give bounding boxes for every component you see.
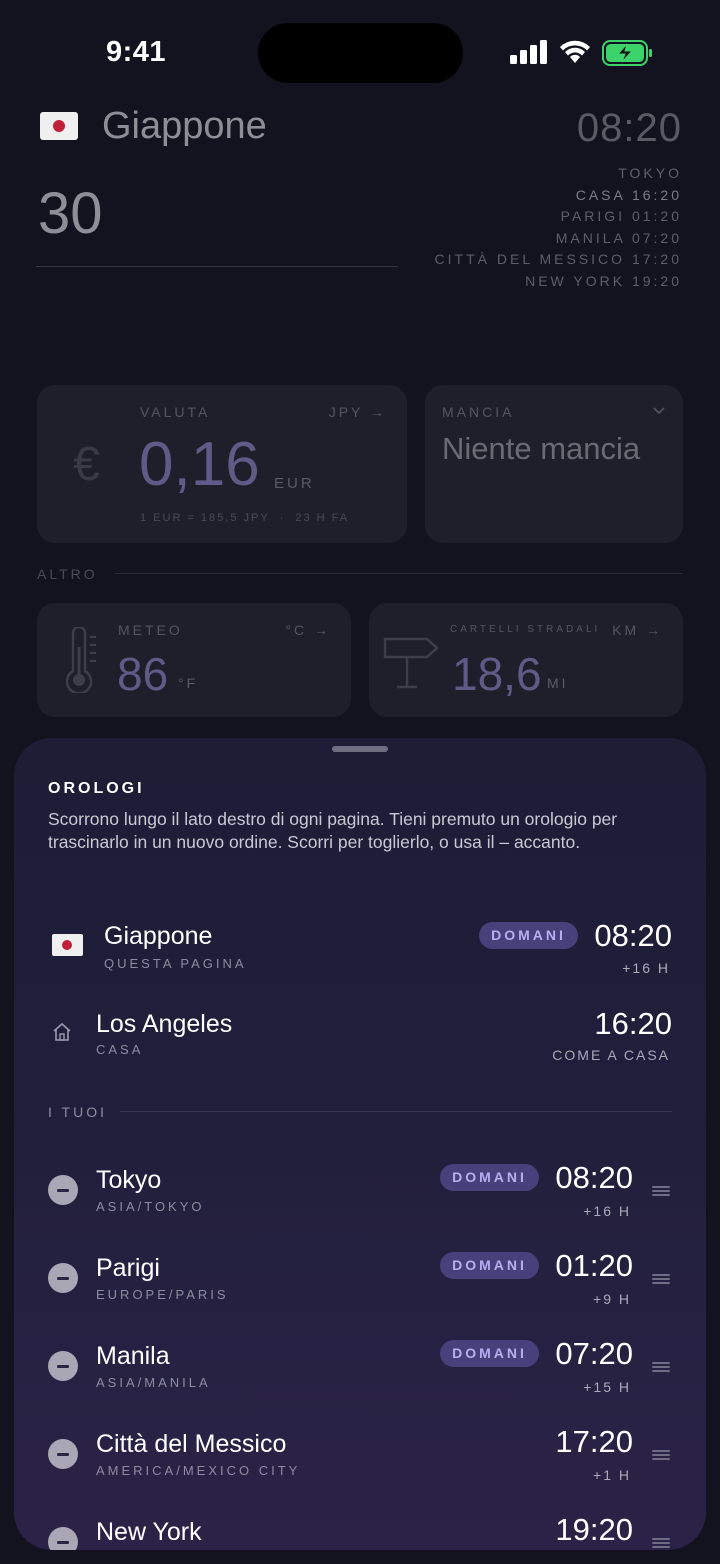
sheet-description: Scorrono lungo il lato destro di ogni pa…: [48, 809, 618, 852]
tomorrow-badge: DOMANI: [440, 1340, 539, 1367]
country-title: Giappone: [102, 105, 267, 147]
battery-charging-icon: [602, 40, 652, 66]
timezone-line: PARIGI 01:20: [560, 208, 682, 224]
temperature-unit: °F: [178, 675, 199, 691]
weather-label: METEO: [118, 622, 183, 638]
tomorrow-badge: DOMANI: [479, 922, 578, 949]
home-icon: [53, 1022, 71, 1041]
drag-handle-icon[interactable]: [652, 1274, 670, 1284]
clock-time: 07:20: [555, 1336, 633, 1371]
clock-time: 01:20: [555, 1248, 633, 1283]
drag-handle-icon[interactable]: [652, 1450, 670, 1460]
amount-display[interactable]: 30: [38, 180, 103, 247]
timezone-line: CASA 16:20: [575, 186, 682, 203]
clock-subtitle: CASA: [96, 1042, 144, 1057]
thermometer-icon: [65, 627, 96, 693]
currency-card[interactable]: € VALUTA JPY → 0,16 EUR 1 EUR = 185,5 JP…: [37, 385, 407, 543]
timezone-line: NEW YORK 19:20: [525, 272, 682, 289]
section-label-yours: I TUOI: [48, 1104, 107, 1120]
dynamic-island: [258, 23, 463, 83]
road-sign-icon: [383, 637, 439, 689]
temperature-unit-toggle[interactable]: °C →: [285, 622, 331, 638]
clock-subtitle: ASIA/TOKYO: [96, 1199, 205, 1214]
remove-clock-button[interactable]: [48, 1175, 78, 1205]
clock-title: Los Angeles: [96, 1010, 233, 1038]
euro-icon: €: [73, 438, 100, 491]
currency-value: 0,16: [139, 430, 260, 499]
clock-title: Giappone: [104, 922, 213, 950]
distance-unit: MI: [547, 675, 569, 691]
tomorrow-badge: DOMANI: [440, 1164, 539, 1191]
clock-time: 16:20: [594, 1006, 672, 1041]
clock-time: 08:20: [594, 918, 672, 953]
road-signs-label: CARTELLI STRADALI: [450, 624, 601, 635]
section-divider: [120, 1111, 672, 1112]
section-divider: [115, 573, 683, 574]
currency-code-toggle[interactable]: JPY →: [329, 404, 387, 420]
clock-subtitle: EUROPE/PARIS: [96, 1287, 229, 1302]
currency-label: VALUTA: [140, 404, 211, 420]
cellular-signal-icon: [510, 40, 547, 64]
weather-card[interactable]: METEO °C → 86 °F: [37, 603, 351, 717]
clock-title: New York: [96, 1518, 202, 1546]
section-label-altro: ALTRO: [37, 566, 98, 582]
clock-title: Parigi: [96, 1254, 160, 1282]
sheet-grabber[interactable]: [332, 746, 388, 752]
clock-row[interactable]: Tokyo ASIA/TOKYO DOMANI 08:20 +16 H: [14, 1158, 706, 1228]
chevron-down-icon: [653, 407, 665, 415]
clock-offset: +16 H: [622, 960, 670, 976]
tip-value: Niente mancia: [442, 431, 641, 466]
clock-title: Città del Messico: [96, 1430, 287, 1458]
remove-clock-button[interactable]: [48, 1439, 78, 1469]
currency-unit: EUR: [274, 475, 315, 492]
drag-handle-icon[interactable]: [652, 1538, 670, 1548]
home-clock-row[interactable]: Los Angeles CASA 16:20 COME A CASA: [14, 1006, 706, 1068]
clock-time: 17:20: [555, 1424, 633, 1459]
tomorrow-badge: DOMANI: [440, 1252, 539, 1279]
temperature-value: 86: [117, 648, 169, 700]
timezone-line: MANILA 07:20: [555, 229, 682, 246]
japan-flag-icon: [40, 112, 78, 140]
drag-handle-icon[interactable]: [652, 1362, 670, 1372]
clock-offset: +15 H: [583, 1379, 631, 1395]
timezone-line: TOKYO: [618, 165, 682, 181]
amount-underline: [36, 266, 398, 267]
clocks-sheet: OROLOGI Scorrono lungo il lato destro di…: [14, 738, 706, 1550]
clock-subtitle: ASIA/MANILA: [96, 1375, 211, 1390]
remove-clock-button[interactable]: [48, 1263, 78, 1293]
clock-title: Tokyo: [96, 1166, 162, 1194]
road-signs-card[interactable]: CARTELLI STRADALI KM → 18,6 MI: [369, 603, 683, 717]
sheet-title: OROLOGI: [48, 780, 145, 797]
clock-row[interactable]: Parigi EUROPE/PARIS DOMANI 01:20 +9 H: [14, 1246, 706, 1316]
timezone-list: TOKYO CASA 16:20 PARIGI 01:20 MANILA 07:…: [435, 163, 682, 292]
remove-clock-button[interactable]: [48, 1527, 78, 1550]
current-page-clock-row[interactable]: Giappone QUESTA PAGINA DOMANI 08:20 +16 …: [14, 914, 706, 976]
drag-handle-icon[interactable]: [652, 1186, 670, 1196]
clock-title: Manila: [96, 1342, 170, 1370]
status-bar-time: 9:41: [106, 36, 167, 68]
clock-row[interactable]: New York 19:20: [14, 1510, 706, 1550]
clock-time: 08:20: [555, 1160, 633, 1195]
distance-value: 18,6: [452, 648, 542, 700]
clock-subtitle: QUESTA PAGINA: [104, 956, 247, 971]
distance-unit-toggle[interactable]: KM →: [612, 622, 663, 638]
tip-label: MANCIA: [442, 404, 515, 420]
local-time: 08:20: [576, 106, 682, 150]
clock-offset: +16 H: [583, 1203, 631, 1219]
japan-flag-icon: [52, 934, 83, 956]
wifi-icon: [560, 40, 590, 63]
clock-time: 19:20: [555, 1512, 633, 1547]
exchange-rate: 1 EUR = 185,5 JPY · 23 H FA: [140, 512, 350, 524]
timezone-line: CITTÀ DEL MESSICO 17:20: [434, 251, 682, 267]
clock-offset: COME A CASA: [552, 1047, 670, 1063]
clock-offset: +1 H: [593, 1467, 631, 1483]
clock-row[interactable]: Città del Messico AMERICA/MEXICO CITY 17…: [14, 1422, 706, 1492]
tip-card[interactable]: MANCIA Niente mancia: [425, 385, 683, 543]
clock-subtitle: AMERICA/MEXICO CITY: [96, 1463, 301, 1478]
remove-clock-button[interactable]: [48, 1351, 78, 1381]
clock-row[interactable]: Manila ASIA/MANILA DOMANI 07:20 +15 H: [14, 1334, 706, 1404]
clock-offset: +9 H: [593, 1291, 631, 1307]
